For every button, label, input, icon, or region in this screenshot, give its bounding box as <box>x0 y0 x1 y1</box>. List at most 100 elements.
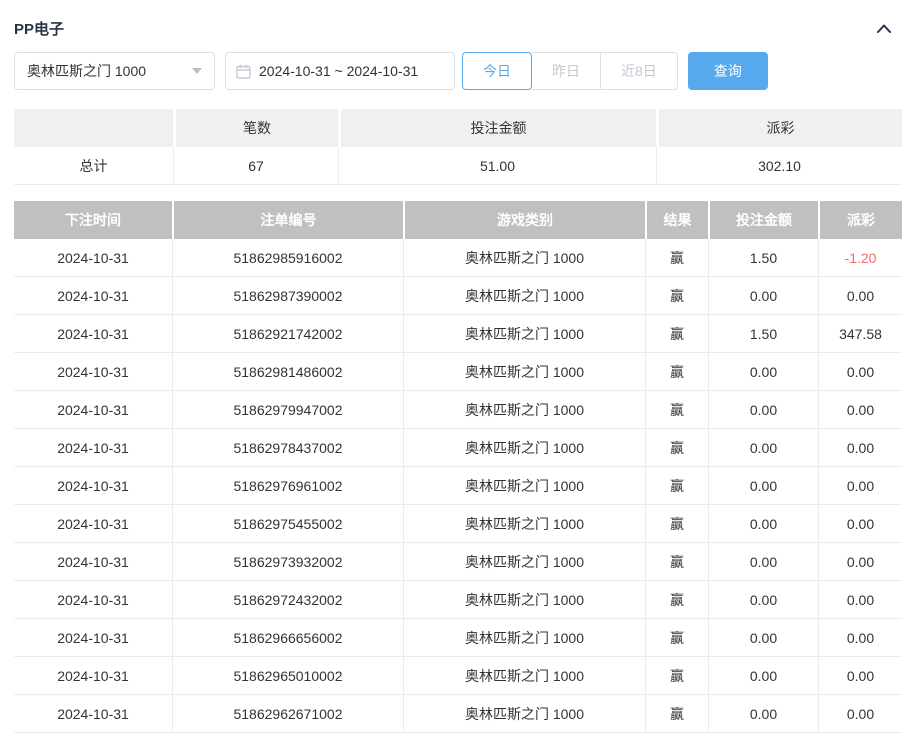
summary-total-row: 总计 67 51.00 302.10 <box>14 147 902 185</box>
collapse-button[interactable] <box>872 16 896 40</box>
table-row: 2024-10-31 51862987390002 奥林匹斯之门 1000 赢 … <box>14 277 902 315</box>
records-col-date: 下注时间 <box>14 201 172 239</box>
summary-col-bet: 投注金额 <box>338 109 656 147</box>
cell-payout: 0.00 <box>818 543 902 581</box>
records-table-body: 2024-10-31 51862985916002 奥林匹斯之门 1000 赢 … <box>14 239 902 733</box>
table-row: 2024-10-31 51862962671002 奥林匹斯之门 1000 赢 … <box>14 695 902 733</box>
summary-col-count: 笔数 <box>173 109 338 147</box>
cell-order-no: 51862981486002 <box>172 353 403 391</box>
cell-payout: 0.00 <box>818 695 902 733</box>
cell-game-type: 奥林匹斯之门 1000 <box>403 695 645 733</box>
cell-bet-amount: 0.00 <box>708 353 818 391</box>
summary-table: 笔数 投注金额 派彩 总计 67 51.00 302.10 <box>14 109 902 185</box>
cell-result: 赢 <box>645 315 708 353</box>
cell-game-type: 奥林匹斯之门 1000 <box>403 505 645 543</box>
table-row: 2024-10-31 51862965010002 奥林匹斯之门 1000 赢 … <box>14 657 902 695</box>
cell-bet-date: 2024-10-31 <box>14 543 172 581</box>
cell-game-type: 奥林匹斯之门 1000 <box>403 277 645 315</box>
cell-bet-date: 2024-10-31 <box>14 619 172 657</box>
quick-button-yesterday[interactable]: 昨日 <box>532 52 601 90</box>
cell-payout: 0.00 <box>818 277 902 315</box>
summary-col-empty <box>14 109 173 147</box>
cell-bet-amount: 0.00 <box>708 619 818 657</box>
cell-bet-date: 2024-10-31 <box>14 353 172 391</box>
cell-result: 赢 <box>645 277 708 315</box>
records-col-payout: 派彩 <box>818 201 902 239</box>
records-col-result: 结果 <box>645 201 708 239</box>
table-row: 2024-10-31 51862921742002 奥林匹斯之门 1000 赢 … <box>14 315 902 353</box>
cell-order-no: 51862975455002 <box>172 505 403 543</box>
cell-bet-date: 2024-10-31 <box>14 391 172 429</box>
cell-payout: 0.00 <box>818 429 902 467</box>
filter-row: 奥林匹斯之门 1000 2024-10-31 ~ 2024-10-31 今日 昨… <box>14 52 902 90</box>
cell-bet-amount: 0.00 <box>708 391 818 429</box>
table-row: 2024-10-31 51862979947002 奥林匹斯之门 1000 赢 … <box>14 391 902 429</box>
table-row: 2024-10-31 51862975455002 奥林匹斯之门 1000 赢 … <box>14 505 902 543</box>
cell-game-type: 奥林匹斯之门 1000 <box>403 315 645 353</box>
cell-bet-date: 2024-10-31 <box>14 467 172 505</box>
cell-result: 赢 <box>645 239 708 277</box>
cell-bet-amount: 0.00 <box>708 581 818 619</box>
cell-order-no: 51862921742002 <box>172 315 403 353</box>
date-quick-buttons: 今日 昨日 近8日 <box>462 52 678 90</box>
panel-header: PP电子 <box>14 0 902 52</box>
search-button[interactable]: 查询 <box>688 52 768 90</box>
cell-result: 赢 <box>645 695 708 733</box>
cell-game-type: 奥林匹斯之门 1000 <box>403 619 645 657</box>
cell-bet-date: 2024-10-31 <box>14 581 172 619</box>
cell-bet-date: 2024-10-31 <box>14 505 172 543</box>
records-col-game: 游戏类别 <box>403 201 645 239</box>
game-select-value: 奥林匹斯之门 1000 <box>27 61 146 81</box>
table-row: 2024-10-31 51862973932002 奥林匹斯之门 1000 赢 … <box>14 543 902 581</box>
cell-order-no: 51862973932002 <box>172 543 403 581</box>
cell-bet-amount: 0.00 <box>708 695 818 733</box>
summary-total-bet: 51.00 <box>338 147 656 185</box>
cell-order-no: 51862962671002 <box>172 695 403 733</box>
cell-bet-amount: 0.00 <box>708 505 818 543</box>
game-select[interactable]: 奥林匹斯之门 1000 <box>14 52 215 90</box>
table-row: 2024-10-31 51862966656002 奥林匹斯之门 1000 赢 … <box>14 619 902 657</box>
cell-game-type: 奥林匹斯之门 1000 <box>403 467 645 505</box>
cell-payout: -1.20 <box>818 239 902 277</box>
page-title: PP电子 <box>14 18 64 39</box>
cell-bet-amount: 0.00 <box>708 277 818 315</box>
cell-order-no: 51862965010002 <box>172 657 403 695</box>
cell-payout: 0.00 <box>818 581 902 619</box>
cell-payout: 0.00 <box>818 467 902 505</box>
summary-total-count: 67 <box>173 147 338 185</box>
cell-bet-date: 2024-10-31 <box>14 315 172 353</box>
quick-button-recent8[interactable]: 近8日 <box>601 52 678 90</box>
cell-result: 赢 <box>645 429 708 467</box>
table-row: 2024-10-31 51862985916002 奥林匹斯之门 1000 赢 … <box>14 239 902 277</box>
summary-col-payout: 派彩 <box>656 109 902 147</box>
date-range-input[interactable]: 2024-10-31 ~ 2024-10-31 <box>225 52 455 90</box>
cell-bet-date: 2024-10-31 <box>14 429 172 467</box>
chevron-up-icon <box>877 24 891 33</box>
cell-result: 赢 <box>645 353 708 391</box>
cell-order-no: 51862972432002 <box>172 581 403 619</box>
cell-game-type: 奥林匹斯之门 1000 <box>403 543 645 581</box>
cell-payout: 0.00 <box>818 353 902 391</box>
cell-bet-date: 2024-10-31 <box>14 657 172 695</box>
cell-order-no: 51862966656002 <box>172 619 403 657</box>
cell-result: 赢 <box>645 391 708 429</box>
records-table: 下注时间 注单编号 游戏类别 结果 投注金额 派彩 2024-10-31 518… <box>14 201 902 733</box>
cell-game-type: 奥林匹斯之门 1000 <box>403 353 645 391</box>
caret-down-icon <box>192 68 202 74</box>
table-row: 2024-10-31 51862972432002 奥林匹斯之门 1000 赢 … <box>14 581 902 619</box>
cell-game-type: 奥林匹斯之门 1000 <box>403 657 645 695</box>
summary-total-payout: 302.10 <box>656 147 902 185</box>
cell-bet-date: 2024-10-31 <box>14 695 172 733</box>
cell-payout: 0.00 <box>818 619 902 657</box>
cell-result: 赢 <box>645 467 708 505</box>
cell-bet-amount: 1.50 <box>708 239 818 277</box>
cell-payout: 0.00 <box>818 657 902 695</box>
table-row: 2024-10-31 51862981486002 奥林匹斯之门 1000 赢 … <box>14 353 902 391</box>
cell-payout: 347.58 <box>818 315 902 353</box>
quick-button-today[interactable]: 今日 <box>462 52 532 90</box>
cell-result: 赢 <box>645 581 708 619</box>
summary-total-label: 总计 <box>14 147 173 185</box>
cell-result: 赢 <box>645 505 708 543</box>
cell-bet-amount: 0.00 <box>708 543 818 581</box>
cell-order-no: 51862978437002 <box>172 429 403 467</box>
